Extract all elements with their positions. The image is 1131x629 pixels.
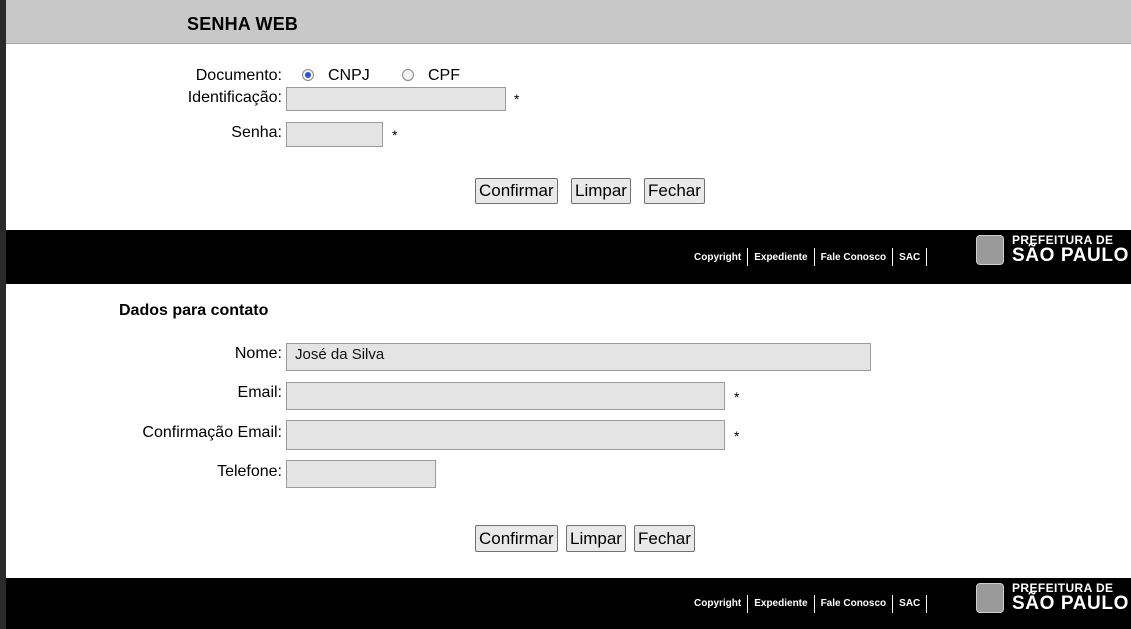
footer-link-expediente[interactable]: Expediente [754, 252, 807, 263]
city-seal-icon [976, 234, 1004, 265]
required-mark: * [392, 127, 398, 143]
section-title: Dados para contato [119, 302, 269, 319]
footer-link-sac[interactable]: SAC [899, 252, 920, 263]
footer-link-fale-conosco[interactable]: Fale Conosco [821, 598, 887, 609]
logo-line2: SÃO PAULO [1012, 593, 1129, 614]
required-mark: * [734, 389, 740, 405]
nome-label: Nome: [234, 345, 282, 362]
separator [747, 248, 749, 266]
telefone-label: Telefone: [217, 463, 282, 480]
email-label: Email: [237, 384, 282, 401]
telefone-input[interactable] [286, 460, 436, 488]
cpf-label[interactable]: CPF [428, 67, 460, 85]
footer-link-copyright[interactable]: Copyright [694, 252, 741, 263]
separator [926, 594, 928, 613]
footer-link-expediente[interactable]: Expediente [754, 598, 807, 609]
nome-input[interactable]: José da Silva [286, 343, 871, 371]
footer-link-sac[interactable]: SAC [899, 598, 920, 609]
footer-link-copyright[interactable]: Copyright [694, 598, 741, 609]
identificacao-label: Identificação: [187, 89, 282, 106]
separator [813, 594, 815, 613]
prefeitura-logo: PREFEITURA DE SÃO PAULO [976, 234, 1129, 265]
confirmar-button[interactable]: Confirmar [475, 525, 558, 552]
confirm-email-input[interactable] [286, 420, 725, 450]
email-input[interactable] [286, 382, 725, 410]
senha-input[interactable] [286, 122, 383, 147]
logo-line2: SÃO PAULO [1012, 245, 1129, 266]
footer-links: Copyright Expediente Fale Conosco SAC [694, 230, 933, 284]
identificacao-input[interactable] [286, 87, 506, 111]
title-bar: SENHA WEB [6, 0, 1131, 44]
separator [813, 248, 815, 266]
contact-panel: Dados para contato Nome: José da Silva E… [6, 288, 1131, 629]
senha-web-panel: SENHA WEB Documento: CNPJ CPF Identifica… [6, 0, 1131, 288]
prefeitura-logo: PREFEITURA DE SÃO PAULO [976, 582, 1129, 613]
cnpj-label[interactable]: CNPJ [328, 67, 370, 85]
fechar-button[interactable]: Fechar [634, 525, 695, 552]
separator [747, 594, 749, 613]
footer-links: Copyright Expediente Fale Conosco SAC [694, 578, 933, 629]
confirm-email-label: Confirmação Email: [142, 424, 282, 441]
documento-label: Documento: [195, 67, 282, 84]
page-title: SENHA WEB [187, 14, 299, 34]
separator [892, 594, 894, 613]
cpf-radio[interactable] [402, 69, 414, 81]
senha-label: Senha: [231, 124, 282, 141]
fechar-button[interactable]: Fechar [644, 178, 705, 204]
limpar-button[interactable]: Limpar [566, 525, 626, 552]
city-seal-icon [976, 582, 1004, 613]
cnpj-radio[interactable] [302, 69, 314, 81]
required-mark: * [734, 428, 740, 444]
footer-link-fale-conosco[interactable]: Fale Conosco [821, 252, 887, 263]
footer: Copyright Expediente Fale Conosco SAC PR… [6, 578, 1131, 629]
confirmar-button[interactable]: Confirmar [475, 178, 558, 204]
footer: Copyright Expediente Fale Conosco SAC PR… [6, 230, 1131, 284]
separator [892, 248, 894, 266]
separator [926, 248, 928, 266]
required-mark: * [514, 91, 520, 107]
limpar-button[interactable]: Limpar [571, 178, 631, 204]
